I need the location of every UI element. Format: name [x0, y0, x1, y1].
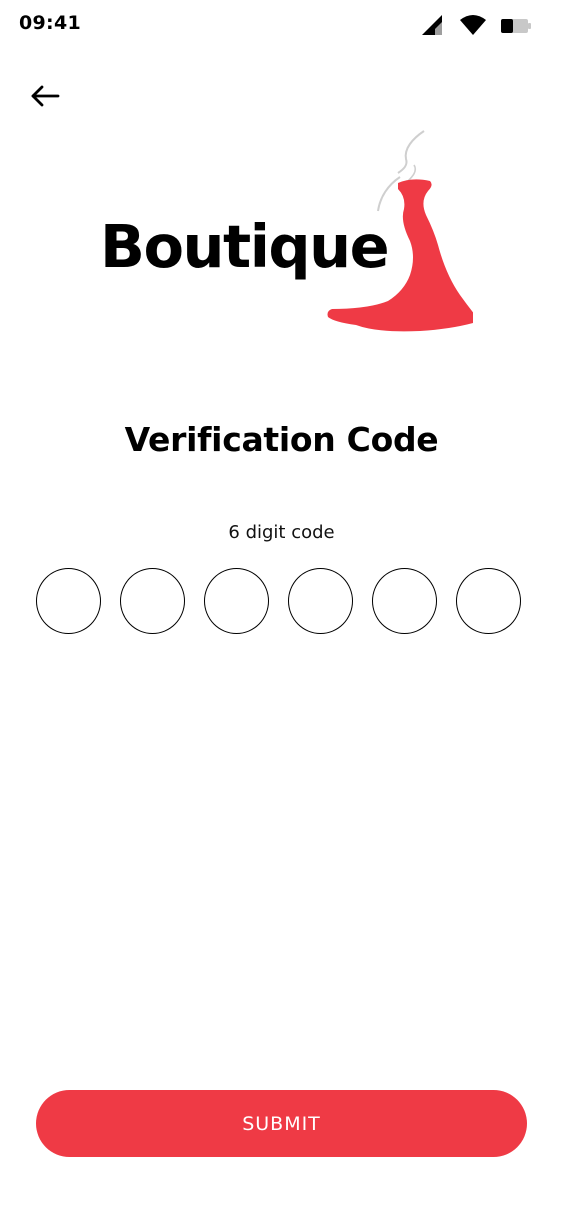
back-button[interactable]: [27, 80, 63, 112]
code-digit-5[interactable]: [372, 568, 437, 634]
battery-icon: [501, 19, 531, 33]
wifi-icon: [460, 15, 486, 35]
logo-text: Boutique: [100, 212, 390, 281]
page-title: Verification Code: [124, 420, 439, 459]
code-caption: 6 digit code: [228, 522, 335, 543]
code-digit-1[interactable]: [36, 568, 101, 634]
code-digit-3[interactable]: [204, 568, 269, 634]
submit-button[interactable]: SUBMIT: [36, 1090, 527, 1157]
code-digit-2[interactable]: [120, 568, 185, 634]
arrow-left-icon: [31, 85, 60, 107]
status-time: 09:41: [19, 12, 81, 34]
verification-screen: 09:41 Boutique Verification Code 6 digit…: [0, 0, 563, 1215]
code-digit-4[interactable]: [288, 568, 353, 634]
code-digit-6[interactable]: [456, 568, 521, 634]
code-input-row: [36, 568, 522, 634]
status-bar: 09:41: [0, 0, 563, 52]
cellular-signal-icon: [422, 15, 442, 35]
boutique-logo: Boutique: [96, 125, 476, 340]
